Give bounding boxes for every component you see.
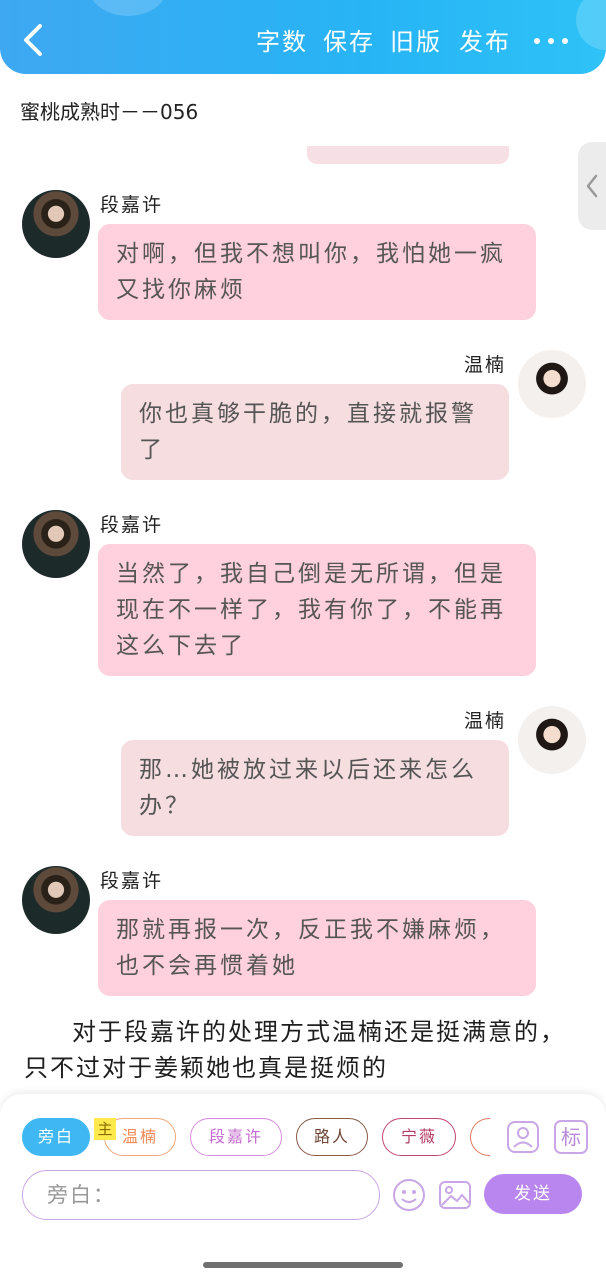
avatar-duan-jiaxu[interactable]	[22, 866, 90, 934]
role-chip-ning-wei[interactable]: 宁薇	[382, 1118, 456, 1156]
decor-bubble	[88, 0, 168, 16]
image-icon[interactable]	[438, 1178, 472, 1212]
speaker-name: 温楠	[464, 710, 507, 732]
avatar-wen-nan[interactable]	[518, 706, 586, 774]
more-dots-icon[interactable]	[534, 24, 568, 54]
message-bubble[interactable]: 那…她被放过来以后还来怎么办？	[121, 740, 509, 836]
role-chip-narrator[interactable]: 旁白	[22, 1118, 90, 1156]
chevron-left-icon	[24, 24, 42, 56]
role-chip-passerby[interactable]: 路人	[296, 1118, 368, 1156]
message-bubble[interactable]: 那就再报一次，反正我不嫌麻烦，也不会再惯着她	[98, 900, 536, 996]
save-button[interactable]: 保存	[323, 22, 375, 57]
lead-role-badge: 主	[94, 1118, 116, 1140]
publish-button[interactable]: 发布	[459, 22, 511, 57]
home-indicator[interactable]	[203, 1262, 403, 1268]
speaker-name: 段嘉许	[100, 870, 164, 892]
avatar-duan-jiaxu[interactable]	[22, 510, 90, 578]
role-chip-duan-jiaxu[interactable]: 段嘉许	[190, 1118, 282, 1156]
back-button[interactable]	[18, 22, 50, 58]
message-bubble[interactable]: 当然了，我自己倒是无所谓，但是现在不一样了，我有你了，不能再这么下去了	[98, 544, 536, 676]
chevron-left-icon	[586, 174, 598, 198]
word-count-button[interactable]: 字数	[256, 22, 308, 57]
speaker-name: 段嘉许	[100, 514, 164, 536]
top-bar: 字数 保存 旧版 发布	[0, 0, 606, 74]
send-button[interactable]: 发送	[484, 1174, 582, 1214]
speaker-name: 温楠	[464, 354, 507, 376]
avatar-wen-nan[interactable]	[518, 350, 586, 418]
speaker-name: 段嘉许	[100, 194, 164, 216]
narration-text[interactable]: 对于段嘉许的处理方式温楠还是挺满意的，只不过对于姜颖她也真是挺烦的	[24, 1014, 584, 1086]
composer-input[interactable]: 旁白：	[22, 1170, 380, 1220]
mark-button[interactable]: 标	[554, 1120, 588, 1154]
previous-message-bubble	[307, 146, 509, 164]
story-title: 蜜桃成熟时－－056	[20, 100, 199, 124]
message-bubble[interactable]: 对啊，但我不想叫你，我怕她一疯又找你麻烦	[98, 224, 536, 320]
side-drawer-tab[interactable]	[578, 142, 606, 230]
decor-bubble	[576, 0, 606, 50]
contact-card-icon[interactable]	[506, 1120, 540, 1154]
message-bubble[interactable]: 你也真够干脆的，直接就报警了	[121, 384, 509, 480]
avatar-duan-jiaxu[interactable]	[22, 190, 90, 258]
old-version-button[interactable]: 旧版	[390, 22, 442, 57]
emoji-icon[interactable]	[392, 1178, 426, 1212]
